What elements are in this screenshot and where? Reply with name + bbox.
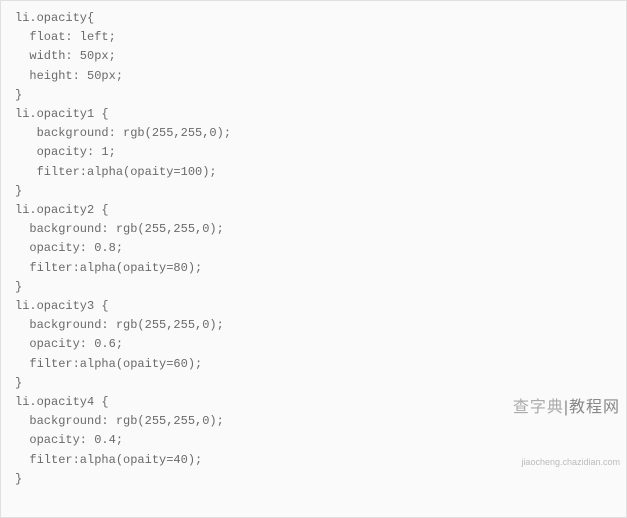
code-line: } xyxy=(15,184,22,198)
code-line: opacity: 0.8; xyxy=(15,241,123,255)
code-line: filter:alpha(opaity=60); xyxy=(15,357,202,371)
watermark-main-left: 查字典 xyxy=(513,399,564,416)
code-line: background: rgb(255,255,0); xyxy=(15,318,224,332)
watermark-main: 查字典|教程网 xyxy=(513,398,620,417)
code-line: li.opacity4 { xyxy=(15,395,109,409)
code-line: } xyxy=(15,472,22,486)
code-line: } xyxy=(15,88,22,102)
code-line: width: 50px; xyxy=(15,49,116,63)
code-line: background: rgb(255,255,0); xyxy=(15,414,224,428)
code-line: background: rgb(255,255,0); xyxy=(15,222,224,236)
code-line: background: rgb(255,255,0); xyxy=(15,126,231,140)
code-line: height: 50px; xyxy=(15,69,123,83)
code-line: filter:alpha(opaity=80); xyxy=(15,261,202,275)
code-line: opacity: 0.6; xyxy=(15,337,123,351)
code-line: li.opacity{ xyxy=(15,11,94,25)
code-line: } xyxy=(15,376,22,390)
watermark: 查字典|教程网 jiaocheng.chazidian.com xyxy=(513,359,620,511)
code-line: filter:alpha(opaity=100); xyxy=(15,165,217,179)
code-line: float: left; xyxy=(15,30,116,44)
code-line: filter:alpha(opaity=40); xyxy=(15,453,202,467)
code-line: opacity: 0.4; xyxy=(15,433,123,447)
code-line: opacity: 1; xyxy=(15,145,116,159)
code-line: li.opacity1 { xyxy=(15,107,109,121)
code-block: li.opacity{ float: left; width: 50px; he… xyxy=(0,0,627,518)
watermark-sub: jiaocheng.chazidian.com xyxy=(513,453,620,472)
code-line: li.opacity2 { xyxy=(15,203,109,217)
code-line: li.opacity3 { xyxy=(15,299,109,313)
watermark-main-right: 教程网 xyxy=(569,399,620,416)
code-line: } xyxy=(15,280,22,294)
